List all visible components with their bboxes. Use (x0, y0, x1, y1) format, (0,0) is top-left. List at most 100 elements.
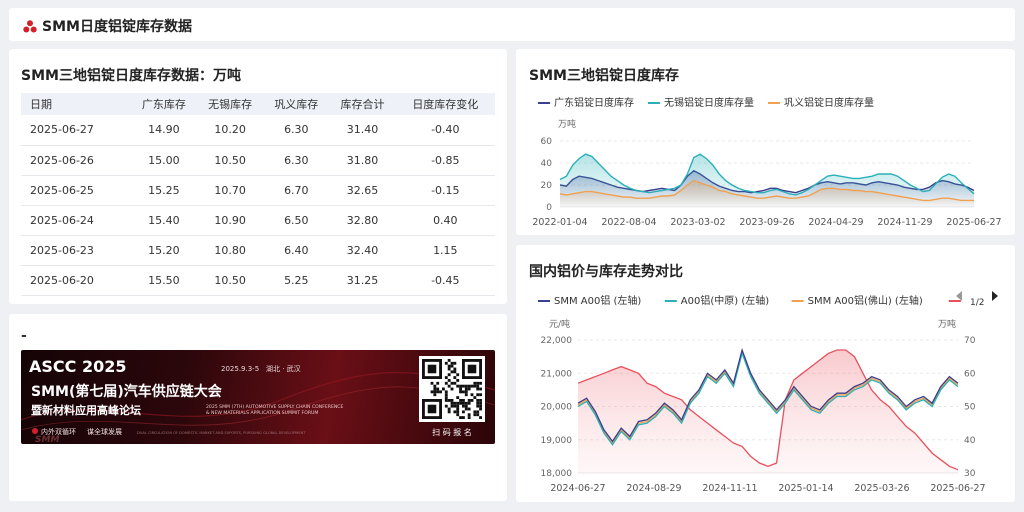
table-cell: -0.40 (431, 123, 460, 137)
x-tick-label: 2025-01-14 (778, 483, 833, 494)
banner-en-line2: & NEW MATERIALS APPLICATION SUMMIT FORUM (206, 410, 318, 416)
left-tick-label: 20,000 (541, 403, 573, 413)
table-cell: 2025-06-20 (30, 273, 94, 287)
smm-logo-icon (23, 18, 37, 37)
table-cell: 15.25 (148, 183, 180, 197)
chart-title: 国内铝价与库存走势对比 (529, 264, 683, 280)
table-row: 2025-06-26 15.00 10.50 6.30 31.80 -0.85 (21, 145, 495, 175)
table-cell: 32.80 (346, 213, 379, 227)
table-cell: 32.40 (346, 243, 379, 257)
price-inventory-chart: SMM A00铝 (左轴) A00铝(中原) (左轴) SMM A00铝(佛山) (… (538, 291, 998, 494)
table-cell: 15.20 (148, 243, 180, 257)
table-cell: -0.85 (431, 153, 460, 167)
left-tick-label: 21,000 (541, 369, 573, 379)
x-tick-label: 2025-03-26 (854, 483, 909, 494)
y-tick-label: 60 (541, 137, 553, 147)
table-cell: 5.25 (284, 273, 309, 287)
table-cell: 2025-06-24 (30, 213, 94, 227)
left-tick-label: 22,000 (541, 336, 573, 346)
y-tick-label: 0 (546, 203, 552, 213)
table-row: 2025-06-23 15.20 10.80 6.40 32.40 1.15 (21, 235, 495, 265)
x-tick-label: 2022-01-04 (532, 217, 587, 228)
y-axis-unit: 万吨 (558, 118, 576, 130)
legend-item[interactable]: SMM A00铝(佛山) (左轴) (808, 294, 923, 307)
inventory-table-card: SMM三地铝锭日度库存数据：万吨 日期 广东库存 无锡库存 巩义库存 库存合计 … (9, 49, 507, 304)
table-cell: 6.40 (284, 243, 309, 257)
table-cell: 6.30 (284, 153, 309, 167)
banner-tagline: DUAL CIRCULATION OF DOMESTIC MARKET AND … (137, 431, 306, 435)
y-tick-label: 20 (541, 181, 553, 191)
table-row: 2025-06-20 15.50 10.50 5.25 31.25 -0.45 (21, 265, 495, 295)
conference-banner[interactable]: ASCC 2025 2025.9.3-5 湖北 · 武汉 SMM(第七届)汽车供… (21, 350, 495, 444)
inventory-table: 日期 广东库存 无锡库存 巩义库存 库存合计 日度库存变化 2025-06-27… (21, 93, 495, 296)
x-tick-label: 2024-11-11 (702, 483, 757, 494)
right-tick-label: 30 (964, 469, 976, 479)
table-cell: 6.30 (284, 123, 309, 137)
left-tick-label: 19,000 (541, 436, 573, 446)
table-cell: 32.65 (346, 183, 379, 197)
table-cell: 15.00 (148, 153, 180, 167)
banner-tag2: 谋全球发展 (87, 427, 122, 436)
banner-date: 2025.9.3-5 (221, 365, 259, 373)
price-inventory-chart-card: 国内铝价与库存走势对比 SMM A00铝 (左轴) A00铝(中原) (左轴) SM… (516, 245, 1015, 502)
inventory-area (578, 350, 958, 473)
table-cell: 2025-06-26 (30, 153, 94, 167)
legend-next-icon[interactable] (992, 291, 998, 301)
right-tick-label: 60 (964, 369, 976, 379)
left-tick-label: 18,000 (541, 469, 573, 479)
x-tick-label: 2022-08-04 (601, 217, 656, 228)
y-tick-label: 40 (541, 159, 553, 169)
banner-card: - ASCC 2025 2025.9.3-5 湖北 · 武汉 SMM(第七届)汽… (9, 314, 507, 501)
banner-brand: ASCC 2025 (29, 357, 127, 376)
banner-watermark: SMM (35, 435, 59, 444)
page-title: SMM日度铝锭库存数据 (42, 19, 192, 35)
table-cell: 2025-06-25 (30, 183, 94, 197)
left-axis-unit: 元/吨 (549, 318, 570, 330)
column-header: 无锡库存 (208, 98, 253, 111)
x-tick-label: 2025-06-27 (930, 483, 985, 494)
x-tick-label: 2024-06-27 (550, 483, 605, 494)
tag-dot-icon (32, 428, 38, 434)
right-axis-unit: 万吨 (938, 318, 956, 330)
legend-prev-icon[interactable] (956, 291, 962, 301)
x-tick-label: 2023-09-26 (739, 217, 794, 228)
table-cell: 10.50 (214, 153, 246, 167)
legend-item[interactable]: A00铝(中原) (左轴) (681, 294, 769, 307)
table-cell: 31.80 (346, 153, 379, 167)
table-cell: 6.70 (284, 183, 309, 197)
table-cell: 10.90 (214, 213, 246, 227)
legend-item[interactable]: SMM A00铝 (左轴) (554, 294, 641, 307)
x-tick-label: 2025-06-27 (946, 217, 1001, 228)
table-cell: 2025-06-23 (30, 243, 94, 257)
table-cell: 14.90 (148, 123, 180, 137)
table-cell: 1.15 (433, 243, 458, 257)
table-cell: 31.25 (346, 273, 379, 287)
banner-card-title: - (21, 328, 27, 344)
column-header: 巩义库存 (274, 98, 319, 111)
table-cell: 15.40 (148, 213, 180, 227)
table-cell: 15.50 (148, 273, 180, 287)
table-cell: 10.80 (214, 243, 246, 257)
right-tick-label: 50 (964, 403, 976, 413)
table-cell: 10.50 (214, 273, 246, 287)
page-header: SMM日度铝锭库存数据 (9, 8, 1015, 41)
banner-headline: SMM(第七届)汽车供应链大会 (31, 383, 223, 400)
qr-code-icon[interactable] (419, 356, 485, 422)
column-header: 日度库存变化 (412, 98, 479, 111)
table-row: 2025-06-24 15.40 10.90 6.50 32.80 0.40 (21, 205, 495, 235)
table-cell: 31.40 (346, 123, 379, 137)
column-header: 广东库存 (141, 98, 186, 111)
x-tick-label: 2024-04-29 (808, 217, 863, 228)
inventory-chart-card: SMM三地铝锭日度库存 广东铝锭日度库存 无锡铝锭日度库存量 巩义铝锭日度库存量 万… (516, 49, 1015, 235)
column-header: 库存合计 (340, 98, 385, 111)
banner-en-line1: 2025 SMM (7TH) AUTOMOTIVE SUPPLY CHAIN C… (206, 404, 343, 410)
table-cell: 6.50 (284, 213, 309, 227)
table-cell: -0.45 (431, 273, 460, 287)
legend-item[interactable]: 广东铝锭日度库存 (554, 96, 634, 109)
legend-item[interactable]: 巩义铝锭日度库存量 (784, 96, 874, 109)
chart-title: SMM三地铝锭日度库存 (529, 68, 679, 84)
legend-item[interactable]: 无锡铝锭日度库存量 (664, 96, 754, 109)
table-cell: 10.20 (214, 123, 246, 137)
table-cell: 10.70 (214, 183, 246, 197)
x-tick-label: 2024-08-29 (626, 483, 681, 494)
